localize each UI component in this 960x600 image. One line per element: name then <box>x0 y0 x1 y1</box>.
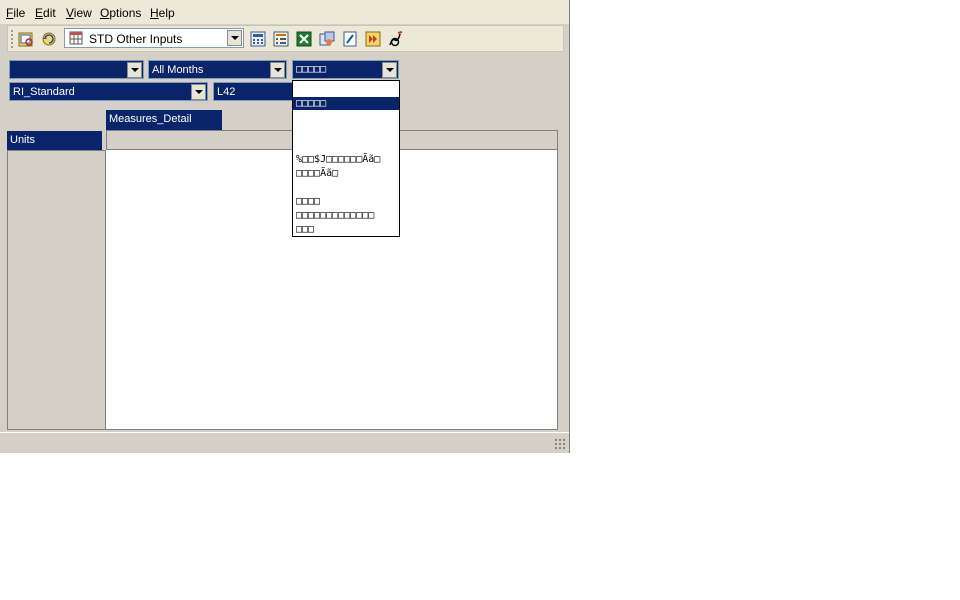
toolbar-grip[interactable] <box>11 30 13 48</box>
column-dimension-label: Measures_Detail <box>109 113 192 125</box>
excel-icon[interactable] <box>295 30 313 48</box>
chevron-down-icon[interactable] <box>127 62 142 78</box>
resize-grip-icon[interactable] <box>555 439 565 449</box>
menu-edit-accel: E <box>35 6 44 20</box>
menu-file[interactable]: File <box>6 6 25 20</box>
dropdown-option[interactable]: □□□ <box>293 223 399 236</box>
location-combo[interactable]: L42 <box>213 82 293 101</box>
menu-file-label: ile <box>13 6 26 20</box>
grid-view-icon <box>69 31 83 45</box>
menu-edit-label: dit <box>43 6 56 20</box>
signature-icon[interactable] <box>387 30 405 48</box>
chevron-down-icon[interactable] <box>191 84 206 100</box>
chevron-down-icon[interactable] <box>227 30 242 46</box>
menu-help-accel: H <box>150 6 159 20</box>
dimension-combo-3[interactable]: □□□□□ <box>292 60 399 79</box>
dropdown-option[interactable]: □□□□Ãã□ <box>293 167 399 180</box>
menu-view[interactable]: View <box>66 6 92 20</box>
scenario-combo[interactable]: RI_Standard <box>9 82 208 101</box>
months-combo[interactable]: All Months <box>148 60 287 79</box>
menu-edit[interactable]: Edit <box>35 6 56 20</box>
application-window: File Edit View Options Help STD Other In… <box>0 0 570 453</box>
form-icon[interactable] <box>272 30 290 48</box>
row-header-area <box>7 150 106 430</box>
dropdown-option[interactable]: %□□$J□□□□□□Ãã□ <box>293 153 399 166</box>
view-selector-value: STD Other Inputs <box>89 32 183 46</box>
row-dimension-label: Units <box>10 134 36 146</box>
edit-note-icon[interactable] <box>341 30 359 48</box>
calculator-icon[interactable] <box>249 30 267 48</box>
dropdown-option[interactable] <box>293 181 399 194</box>
dropdown-option[interactable]: □□□□ <box>293 195 399 208</box>
status-bar <box>0 432 569 453</box>
toolbar: STD Other Inputs <box>7 25 564 52</box>
menu-view-accel: V <box>66 6 74 20</box>
dropdown-option[interactable] <box>293 125 399 138</box>
menu-options[interactable]: Options <box>100 6 141 20</box>
row-dimension-tab[interactable]: Units <box>7 131 102 150</box>
dropdown-option[interactable] <box>293 111 399 124</box>
dropdown-option[interactable] <box>293 83 399 96</box>
dropdown-option[interactable]: □□□□□□□□□□□□□ <box>293 209 399 222</box>
forward-icon[interactable] <box>364 30 382 48</box>
location-combo-value: L42 <box>217 86 236 98</box>
view-selector-combo[interactable]: STD Other Inputs <box>64 28 244 48</box>
months-combo-value: All Months <box>152 64 204 76</box>
export-icon[interactable] <box>318 30 336 48</box>
refresh-icon[interactable] <box>40 30 58 48</box>
dimension-combo-3-value: □□□□□ <box>296 64 327 75</box>
dimension-combo-1[interactable] <box>9 60 144 79</box>
menu-options-label: ptions <box>109 6 142 20</box>
menu-help-label: elp <box>158 6 175 20</box>
menu-help[interactable]: Help <box>150 6 175 20</box>
open-icon[interactable] <box>17 30 35 48</box>
menu-view-label: iew <box>73 6 92 20</box>
scenario-combo-value: RI_Standard <box>13 86 75 98</box>
chevron-down-icon[interactable] <box>382 62 397 78</box>
menu-bar: File Edit View Options Help <box>0 0 569 24</box>
menu-options-accel: O <box>100 6 110 20</box>
dropdown-option[interactable] <box>293 139 399 152</box>
column-dimension-tab[interactable]: Measures_Detail <box>106 110 222 130</box>
chevron-down-icon[interactable] <box>270 62 285 78</box>
dropdown-option-selected[interactable]: □□□□□ <box>293 97 399 110</box>
dropdown-list[interactable]: □□□□□ %□□$J□□□□□□Ãã□ □□□□Ãã□ □□□□ □□□□□□… <box>292 80 400 237</box>
